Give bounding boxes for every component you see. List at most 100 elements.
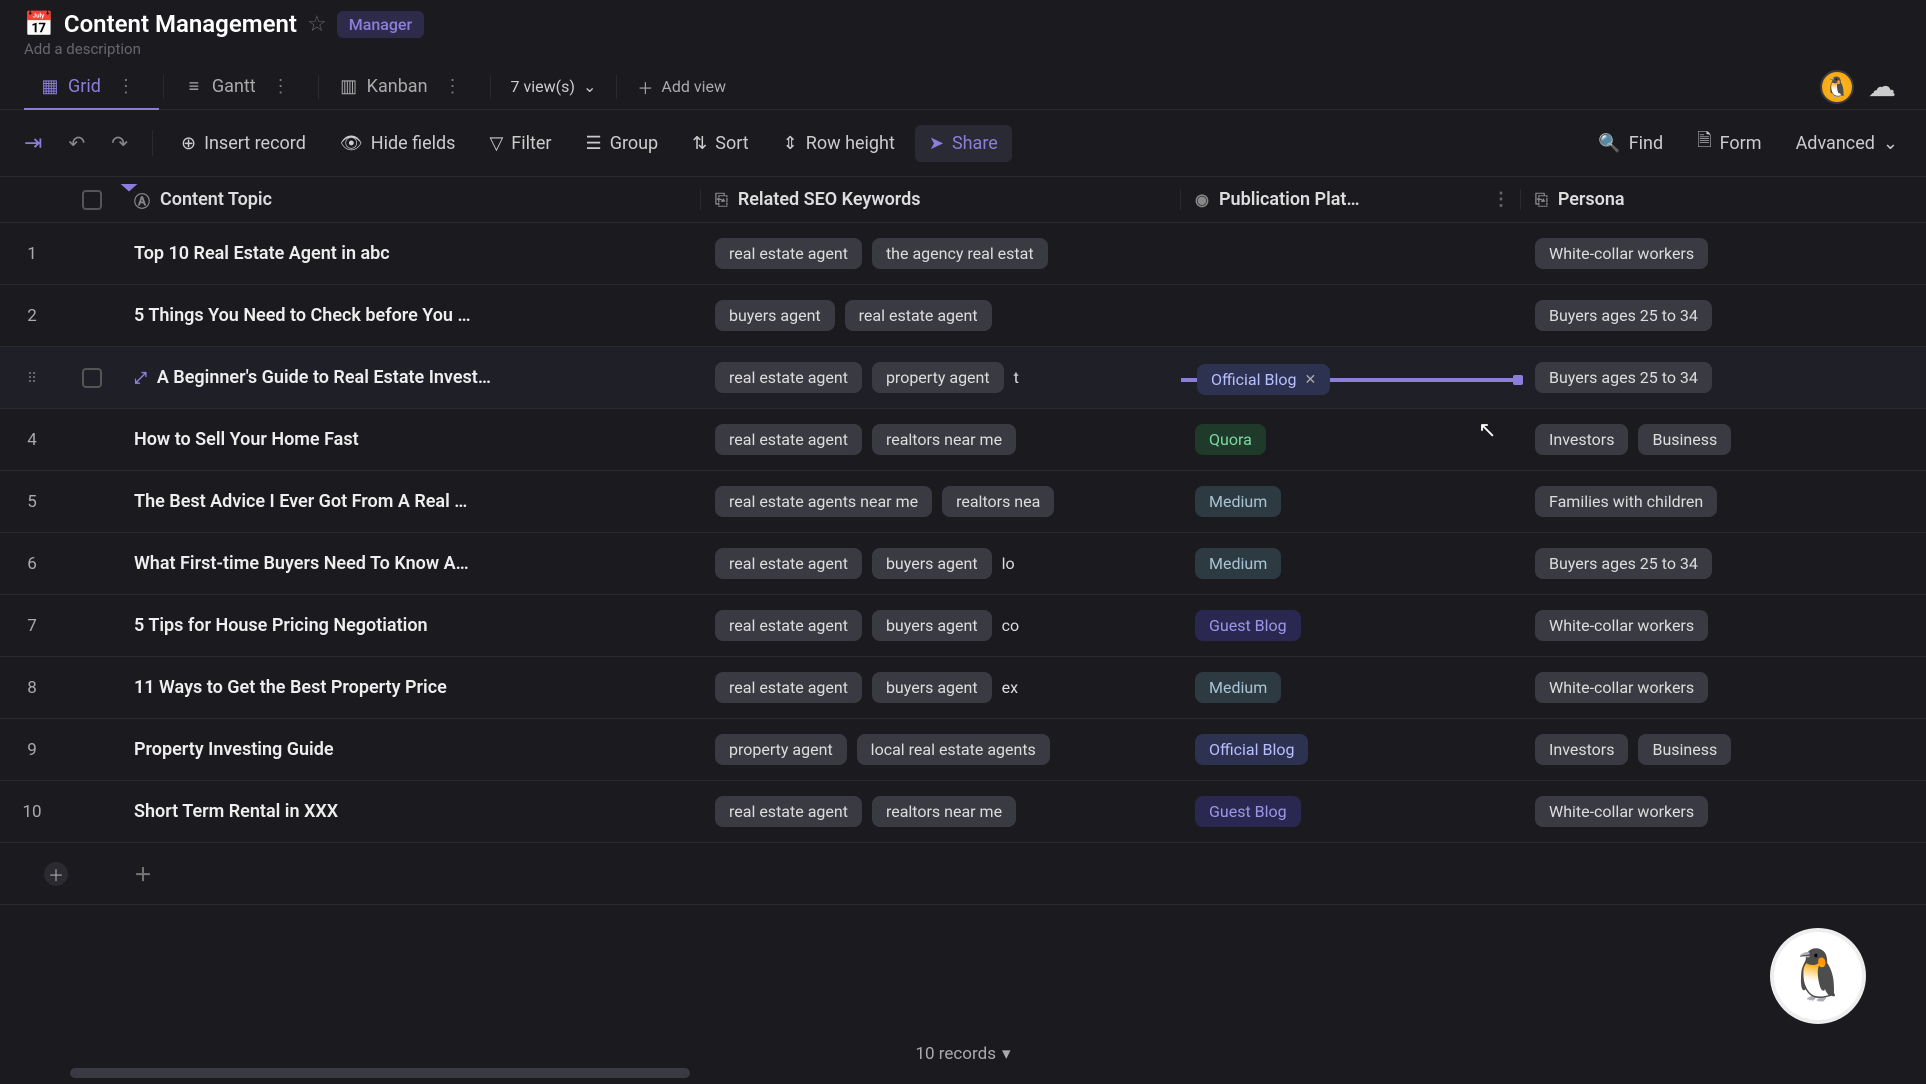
kebab-icon[interactable]: ⋮ <box>109 76 143 97</box>
topic-cell[interactable]: 5 Things You Need to Check before You … <box>120 305 700 326</box>
keyword-tag[interactable]: buyers agent <box>872 672 992 703</box>
keyword-tag[interactable]: buyers agent <box>872 610 992 641</box>
persona-cell[interactable]: White-collar workers <box>1520 796 1820 827</box>
keywords-cell[interactable]: property agent local real estate agents <box>700 734 1180 765</box>
keyword-tag[interactable]: real estate agent <box>715 672 862 703</box>
keyword-tag[interactable]: buyers agent <box>715 300 835 331</box>
keyword-tag[interactable]: real estate agent <box>715 610 862 641</box>
add-row-circle-icon[interactable]: ＋ <box>44 862 68 886</box>
select-all-checkbox[interactable] <box>82 190 102 210</box>
topic-cell[interactable]: How to Sell Your Home Fast <box>120 429 700 450</box>
kebab-icon[interactable]: ⋮ <box>264 76 298 97</box>
insert-record-button[interactable]: ⊕Insert record <box>167 125 320 162</box>
hide-fields-button[interactable]: 👁Hide fields <box>326 125 470 162</box>
sort-button[interactable]: ⇅Sort <box>678 125 762 162</box>
persona-cell[interactable]: Families with children <box>1520 486 1820 517</box>
platform-pill[interactable]: Medium <box>1195 548 1281 579</box>
drag-handle-icon[interactable]: ⠿ <box>27 371 37 387</box>
column-header[interactable]: Persona <box>1558 189 1625 210</box>
horizontal-scrollbar[interactable] <box>70 1068 690 1078</box>
table-row[interactable]: 4 How to Sell Your Home Fast real estate… <box>0 409 1926 471</box>
add-view-button[interactable]: ＋ Add view <box>621 75 742 99</box>
star-icon[interactable]: ☆ <box>307 12 327 37</box>
share-button[interactable]: ➤Share <box>915 125 1012 162</box>
keywords-cell[interactable]: real estate agentrealtors near me <box>700 424 1180 455</box>
platform-pill[interactable]: Official Blog <box>1195 734 1308 765</box>
persona-cell[interactable]: White-collar workers <box>1520 238 1820 269</box>
table-row[interactable]: 6 What First-time Buyers Need To Know A…… <box>0 533 1926 595</box>
keywords-cell[interactable]: buyers agentreal estate agent <box>700 300 1180 331</box>
platform-cell[interactable]: Medium <box>1180 486 1520 517</box>
keywords-cell[interactable]: real estate agentbuyers agentex <box>700 672 1180 703</box>
keywords-cell[interactable]: real estate agentproperty agentt <box>700 362 1180 393</box>
keyword-tag[interactable]: real estate agent <box>715 238 862 269</box>
table-row[interactable]: 2 5 Things You Need to Check before You … <box>0 285 1926 347</box>
topic-cell[interactable]: Top 10 Real Estate Agent in abc <box>120 243 700 264</box>
keywords-cell[interactable]: real estate agentrealtors near me <box>700 796 1180 827</box>
keyword-tag[interactable]: real estate agents near me <box>715 486 932 517</box>
keyword-tag[interactable]: realtors nea <box>942 486 1054 517</box>
kebab-icon[interactable]: ⋮ <box>1492 189 1520 210</box>
table-row[interactable]: 10 Short Term Rental in XXX real estate … <box>0 781 1926 843</box>
column-header[interactable]: Publication Plat… <box>1219 189 1360 210</box>
user-avatar[interactable]: 🐧 <box>1820 70 1854 104</box>
group-button[interactable]: ☰Group <box>572 125 673 162</box>
persona-cell[interactable]: InvestorsBusiness <box>1520 424 1820 455</box>
remove-tag-icon[interactable]: ✕ <box>1304 372 1316 388</box>
views-count-dropdown[interactable]: 7 view(s) ⌄ <box>495 77 613 96</box>
persona-tag[interactable]: Investors <box>1535 734 1628 765</box>
view-tab-kanban[interactable]: ▥ Kanban ⋮ <box>323 64 486 109</box>
keyword-tag[interactable]: property agent <box>715 734 847 765</box>
column-header[interactable]: Related SEO Keywords <box>738 189 921 210</box>
table-row[interactable]: ⠿ ⤢A Beginner's Guide to Real Estate Inv… <box>0 347 1926 409</box>
filter-button[interactable]: ▽Filter <box>475 125 565 162</box>
view-tab-grid[interactable]: ▦ Grid ⋮ <box>24 64 159 109</box>
persona-cell[interactable]: InvestorsBusiness <box>1520 734 1820 765</box>
topic-cell[interactable]: Short Term Rental in XXX <box>120 801 700 822</box>
persona-tag[interactable]: Buyers ages 25 to 34 <box>1535 362 1712 393</box>
persona-tag[interactable]: White-collar workers <box>1535 672 1708 703</box>
persona-cell[interactable]: White-collar workers <box>1520 610 1820 641</box>
keyword-tag[interactable]: local real estate agents <box>857 734 1050 765</box>
persona-tag[interactable]: White-collar workers <box>1535 238 1708 269</box>
sync-icon[interactable]: ☁ <box>1868 70 1896 103</box>
record-count[interactable]: 10 records <box>915 1044 996 1064</box>
persona-tag[interactable]: Families with children <box>1535 486 1717 517</box>
platform-pill[interactable]: Medium <box>1195 486 1281 517</box>
persona-cell[interactable]: Buyers ages 25 to 34 <box>1520 300 1820 331</box>
description-placeholder[interactable]: Add a description <box>24 40 1902 58</box>
find-button[interactable]: 🔍Find <box>1584 125 1677 162</box>
table-row[interactable]: 8 11 Ways to Get the Best Property Price… <box>0 657 1926 719</box>
topic-cell[interactable]: The Best Advice I Ever Got From A Real … <box>120 491 700 512</box>
table-row[interactable]: 5 The Best Advice I Ever Got From A Real… <box>0 471 1926 533</box>
platform-pill[interactable]: Medium <box>1195 672 1281 703</box>
dropdown-icon[interactable]: ▾ <box>1002 1044 1011 1064</box>
keyword-tag[interactable]: realtors near me <box>872 796 1016 827</box>
keyword-tag[interactable]: property agent <box>872 362 1004 393</box>
persona-cell[interactable]: Buyers ages 25 to 34 <box>1520 362 1820 393</box>
platform-cell-editing[interactable]: Official Blog✕ <box>1181 378 1520 382</box>
platform-pill[interactable]: Official Blog✕ <box>1197 364 1330 395</box>
undo-icon[interactable]: ↶ <box>58 125 95 161</box>
keyword-tag[interactable]: the agency real estat <box>872 238 1048 269</box>
kebab-icon[interactable]: ⋮ <box>436 76 470 97</box>
platform-cell[interactable]: Guest Blog <box>1180 796 1520 827</box>
column-header[interactable]: Content Topic <box>160 189 272 210</box>
keywords-cell[interactable]: real estate agentbuyers agentlo <box>700 548 1180 579</box>
table-row[interactable]: 9 Property Investing Guide property agen… <box>0 719 1926 781</box>
keyword-tag[interactable]: buyers agent <box>872 548 992 579</box>
platform-cell[interactable]: Quora <box>1180 424 1520 455</box>
expand-icon[interactable]: ⤢ <box>134 368 147 388</box>
view-tab-gantt[interactable]: ≡ Gantt ⋮ <box>168 64 314 109</box>
keyword-tag[interactable]: realtors near me <box>872 424 1016 455</box>
platform-pill[interactable]: Guest Blog <box>1195 796 1301 827</box>
topic-cell[interactable]: Property Investing Guide <box>120 739 700 760</box>
keyword-tag[interactable]: real estate agent <box>715 548 862 579</box>
row-height-button[interactable]: ⇕Row height <box>769 125 909 162</box>
persona-tag[interactable]: Investors <box>1535 424 1628 455</box>
platform-cell[interactable]: Medium <box>1180 672 1520 703</box>
persona-tag[interactable]: White-collar workers <box>1535 610 1708 641</box>
keywords-cell[interactable]: real estate agent the agency real estat <box>700 238 1180 269</box>
persona-tag[interactable]: Buyers ages 25 to 34 <box>1535 300 1712 331</box>
assistant-avatar[interactable]: 🐧 <box>1770 928 1866 1024</box>
